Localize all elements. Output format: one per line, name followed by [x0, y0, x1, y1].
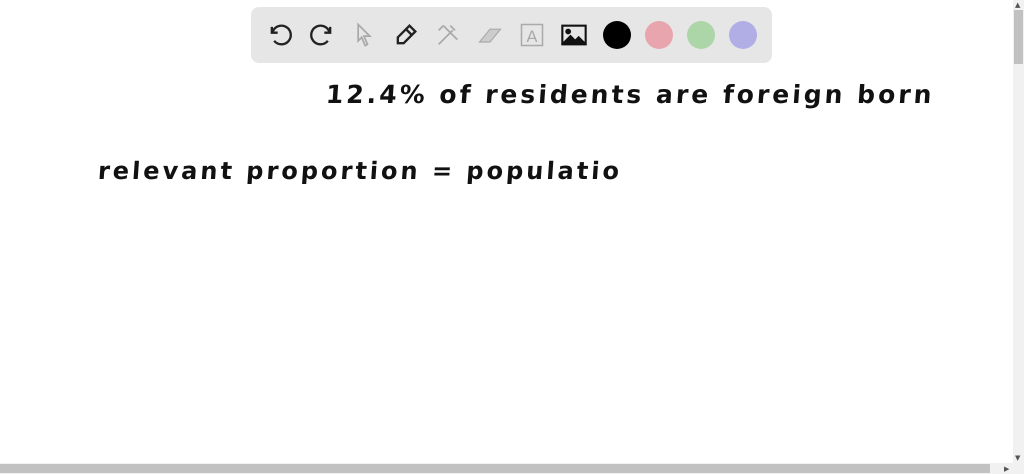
image-icon — [560, 24, 588, 46]
color-pink[interactable] — [645, 21, 673, 49]
drawing-toolbar: A — [251, 7, 772, 63]
image-button[interactable] — [559, 20, 589, 50]
handwritten-line-1: 12.4% of residents are foreign born — [324, 80, 936, 109]
svg-text:A: A — [526, 27, 538, 46]
handwritten-line-2: relevant proportion = populatio — [97, 157, 623, 185]
scroll-right-arrow[interactable]: ▶ — [1004, 465, 1009, 473]
text-button[interactable]: A — [517, 20, 547, 50]
text-icon: A — [520, 23, 544, 47]
redo-icon — [310, 24, 332, 46]
color-black[interactable] — [603, 21, 631, 49]
undo-button[interactable] — [265, 20, 295, 50]
scroll-up-arrow[interactable]: ▲ — [1015, 1, 1020, 9]
undo-icon — [270, 24, 292, 46]
eraser-button[interactable] — [475, 20, 505, 50]
vertical-scrollbar[interactable]: ▲ ▼ — [1013, 0, 1024, 463]
tools-button[interactable] — [433, 20, 463, 50]
whiteboard-canvas[interactable]: 12.4% of residents are foreign born rele… — [0, 0, 1013, 463]
tools-icon — [438, 25, 458, 45]
pen-button[interactable] — [391, 20, 421, 50]
select-button[interactable] — [349, 20, 379, 50]
pencil-icon — [396, 24, 417, 45]
redo-button[interactable] — [307, 20, 337, 50]
pointer-icon — [357, 22, 372, 47]
horizontal-scrollbar[interactable]: ▶ — [0, 463, 1024, 474]
color-green[interactable] — [687, 21, 715, 49]
vertical-scroll-thumb[interactable] — [1014, 10, 1023, 64]
horizontal-scroll-thumb[interactable] — [0, 464, 990, 473]
eraser-icon — [478, 28, 502, 43]
color-purple[interactable] — [729, 21, 757, 49]
scroll-down-arrow[interactable]: ▼ — [1015, 454, 1020, 462]
